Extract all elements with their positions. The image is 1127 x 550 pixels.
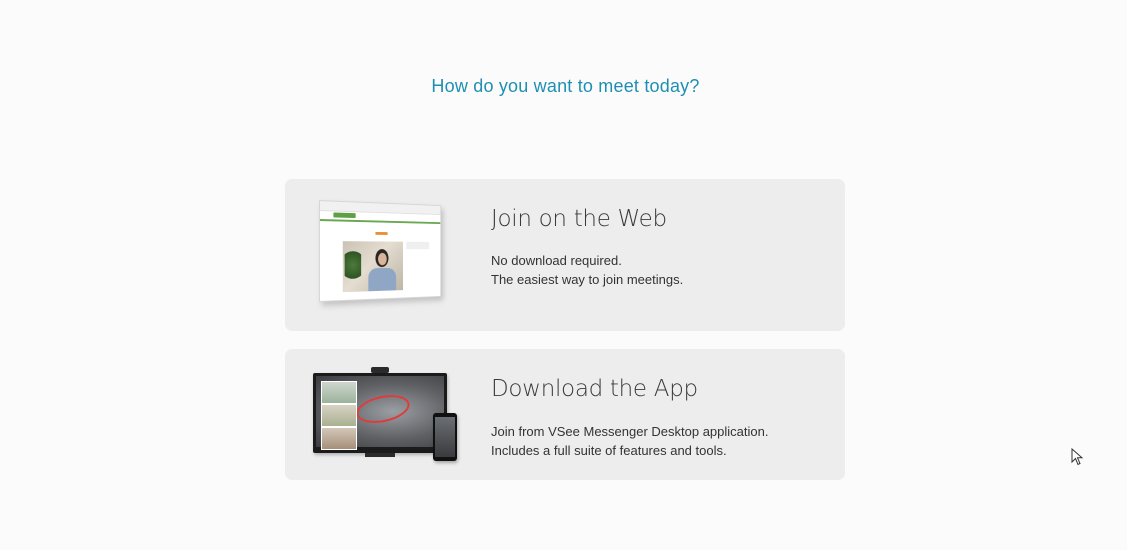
join-on-web-desc-line-2: The easiest way to join meetings. xyxy=(491,272,684,287)
join-on-web-description: No download required. The easiest way to… xyxy=(491,251,683,289)
join-on-web-option[interactable]: Join on the Web No download required. Th… xyxy=(285,179,845,331)
web-browser-illustration-icon xyxy=(319,200,442,302)
join-on-web-title: Join on the Web xyxy=(491,206,667,232)
download-app-option[interactable]: Download the App Join from VSee Messenge… xyxy=(285,349,845,480)
page-heading: How do you want to meet today? xyxy=(431,76,700,96)
download-app-title: Download the App xyxy=(491,376,698,402)
download-app-desc-line-1: Join from VSee Messenger Desktop applica… xyxy=(491,424,769,439)
download-app-description: Join from VSee Messenger Desktop applica… xyxy=(491,422,768,460)
mouse-cursor-icon xyxy=(1071,448,1083,466)
download-app-desc-line-2: Includes a full suite of features and to… xyxy=(491,443,727,458)
join-on-web-desc-line-1: No download required. xyxy=(491,253,622,268)
meeting-choice-page: How do you want to meet today? Join on t… xyxy=(0,0,1127,550)
desktop-app-illustration-icon xyxy=(313,367,463,463)
